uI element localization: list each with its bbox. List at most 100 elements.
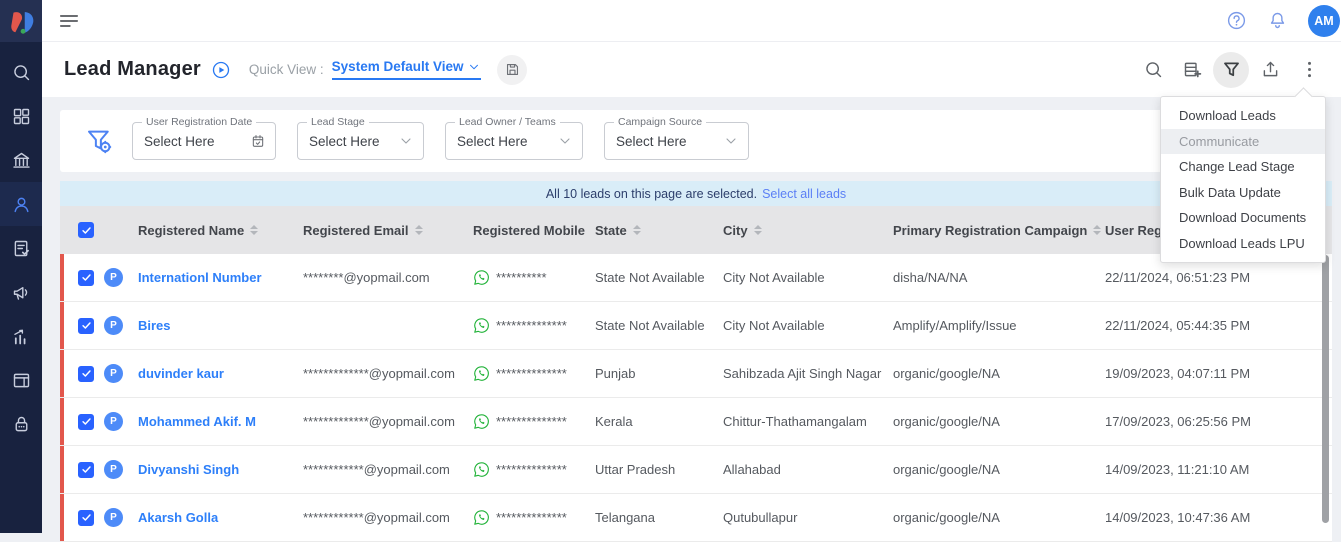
lead-campaign: disha/NA/NA xyxy=(893,270,1105,285)
sidebar-item-forms[interactable] xyxy=(0,226,42,270)
sort-arrows-icon[interactable] xyxy=(754,225,762,235)
row-checkbox[interactable] xyxy=(78,414,94,430)
filter-label: User Registration Date xyxy=(142,116,256,128)
lead-name-link[interactable]: Bires xyxy=(138,318,303,333)
sidebar-item-institution[interactable] xyxy=(0,138,42,182)
row-checkbox[interactable] xyxy=(78,318,94,334)
lead-registration-date: 14/09/2023, 11:21:10 AM xyxy=(1105,462,1332,477)
sidebar-item-marketing[interactable] xyxy=(0,270,42,314)
lead-name-link[interactable]: Divyanshi Singh xyxy=(138,462,303,477)
lead-name-link[interactable]: duvinder kaur xyxy=(138,366,303,381)
hamburger-menu-icon[interactable] xyxy=(58,10,80,32)
add-view-button[interactable] xyxy=(1174,52,1210,88)
row-checkbox[interactable] xyxy=(78,270,94,286)
lead-name-link[interactable]: Akarsh Golla xyxy=(138,510,303,525)
lead-type-badge: P xyxy=(104,508,123,527)
column-header-state[interactable]: State xyxy=(595,223,723,238)
menu-item-change-lead-stage[interactable]: Change Lead Stage xyxy=(1161,154,1325,180)
chevron-down-icon xyxy=(398,133,414,149)
menu-item-download-leads-lpu[interactable]: Download Leads LPU xyxy=(1161,231,1325,257)
sidebar-item-search[interactable] xyxy=(0,50,42,94)
sort-arrows-icon[interactable] xyxy=(415,225,423,235)
column-header-registered-mobile: Registered Mobile xyxy=(473,223,595,238)
advanced-filter-icon[interactable] xyxy=(84,126,114,156)
funnel-icon xyxy=(1221,59,1242,80)
column-header-primary-registration-campaign[interactable]: Primary Registration Campaign xyxy=(893,223,1105,238)
help-icon[interactable] xyxy=(1226,10,1247,31)
lead-state: Punjab xyxy=(595,366,723,381)
app-logo[interactable] xyxy=(0,0,42,42)
avatar[interactable]: AM xyxy=(1308,5,1340,37)
save-view-button[interactable] xyxy=(497,55,527,85)
lead-registration-date: 22/11/2024, 06:51:23 PM xyxy=(1105,270,1332,285)
sidebar-item-leads[interactable] xyxy=(0,182,42,226)
row-checkbox[interactable] xyxy=(78,510,94,526)
mobile-masked: ************** xyxy=(496,462,567,477)
sort-arrows-icon[interactable] xyxy=(1093,225,1101,235)
menu-item-download-leads[interactable]: Download Leads xyxy=(1161,103,1325,129)
table-row: PInternationl Number********@yopmail.com… xyxy=(60,254,1332,302)
lead-type-badge: P xyxy=(104,364,123,383)
filter-label: Lead Owner / Teams xyxy=(455,116,560,128)
sort-arrows-icon[interactable] xyxy=(250,225,258,235)
lead-campaign: Amplify/Amplify/Issue xyxy=(893,318,1105,333)
filter-value: Select Here xyxy=(616,134,723,149)
quick-view-value: System Default View xyxy=(332,59,464,74)
whatsapp-icon[interactable] xyxy=(473,509,490,526)
quick-view-select[interactable]: System Default View xyxy=(332,59,482,80)
lead-mobile: ********** xyxy=(473,269,595,286)
filter-lead-stage[interactable]: Lead StageSelect Here xyxy=(297,122,424,160)
filter-lead-owner-teams[interactable]: Lead Owner / TeamsSelect Here xyxy=(445,122,583,160)
lead-city: Chittur-Thathamangalam xyxy=(723,414,893,429)
filter-campaign-source[interactable]: Campaign SourceSelect Here xyxy=(604,122,749,160)
lead-state: Uttar Pradesh xyxy=(595,462,723,477)
menu-item-bulk-data-update[interactable]: Bulk Data Update xyxy=(1161,180,1325,206)
chevron-down-icon xyxy=(723,133,739,149)
sidebar-item-security[interactable] xyxy=(0,402,42,446)
filter-value: Select Here xyxy=(144,134,250,149)
sidebar-item-apps[interactable] xyxy=(0,358,42,402)
column-header-city[interactable]: City xyxy=(723,223,893,238)
mobile-masked: ************** xyxy=(496,510,567,525)
search-button[interactable] xyxy=(1135,52,1171,88)
play-tour-icon[interactable] xyxy=(211,60,231,80)
more-button[interactable] xyxy=(1291,52,1327,88)
lead-email: ************@yopmail.com xyxy=(303,462,473,477)
selection-bar: All 10 leads on this page are selected. … xyxy=(60,181,1332,206)
sort-arrows-icon[interactable] xyxy=(633,225,641,235)
leads-table-container: All 10 leads on this page are selected. … xyxy=(60,181,1332,533)
whatsapp-icon[interactable] xyxy=(473,365,490,382)
whatsapp-icon[interactable] xyxy=(473,461,490,478)
filter-panel: User Registration DateSelect HereLead St… xyxy=(60,110,1290,172)
filter-button[interactable] xyxy=(1213,52,1249,88)
whatsapp-icon[interactable] xyxy=(473,269,490,286)
select-all-checkbox[interactable] xyxy=(78,222,94,238)
row-checkbox[interactable] xyxy=(78,462,94,478)
whatsapp-icon[interactable] xyxy=(473,413,490,430)
menu-item-communicate[interactable]: Communicate xyxy=(1161,129,1325,155)
menu-item-download-documents[interactable]: Download Documents xyxy=(1161,205,1325,231)
grid-icon xyxy=(11,106,32,127)
lead-state: Telangana xyxy=(595,510,723,525)
column-label: Registered Mobile xyxy=(473,223,585,238)
sidebar-item-reports[interactable] xyxy=(0,314,42,358)
lead-registration-date: 22/11/2024, 05:44:35 PM xyxy=(1105,318,1332,333)
column-header-registered-email[interactable]: Registered Email xyxy=(303,223,473,238)
lead-type-badge: P xyxy=(104,316,123,335)
lead-state: State Not Available xyxy=(595,318,723,333)
export-button[interactable] xyxy=(1252,52,1288,88)
lead-name-link[interactable]: Mohammed Akif. M xyxy=(138,414,303,429)
column-header-registered-name[interactable]: Registered Name xyxy=(138,223,303,238)
person-icon xyxy=(11,194,32,215)
bell-icon[interactable] xyxy=(1267,10,1288,31)
quick-view-label: Quick View : xyxy=(249,62,324,77)
filter-user-registration-date[interactable]: User Registration DateSelect Here xyxy=(132,122,276,160)
row-checkbox[interactable] xyxy=(78,366,94,382)
select-all-leads-link[interactable]: Select all leads xyxy=(762,187,846,201)
doc-check-icon xyxy=(11,238,32,259)
filter-label: Lead Stage xyxy=(307,116,369,128)
lead-name-link[interactable]: Internationl Number xyxy=(138,270,303,285)
vertical-scrollbar[interactable] xyxy=(1322,255,1329,523)
sidebar-item-dashboard[interactable] xyxy=(0,94,42,138)
whatsapp-icon[interactable] xyxy=(473,317,490,334)
